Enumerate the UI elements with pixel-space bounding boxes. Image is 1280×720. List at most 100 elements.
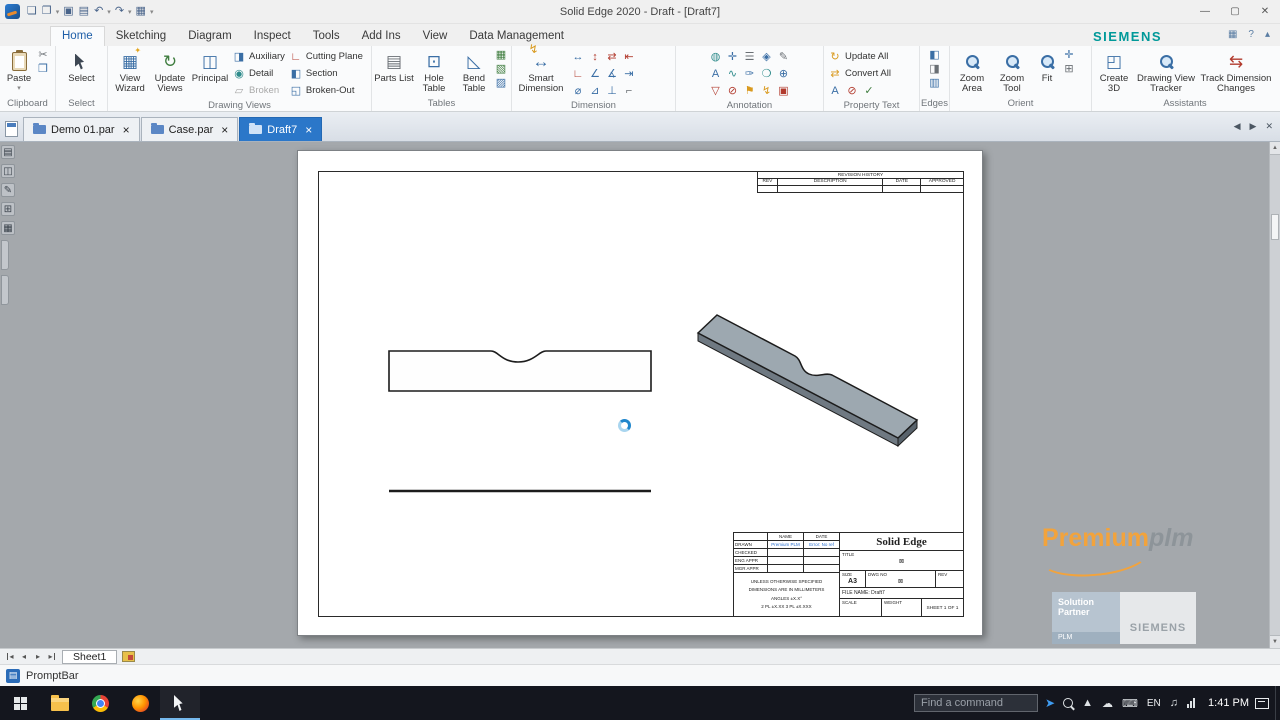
tab-add-ins[interactable]: Add Ins: [351, 27, 412, 46]
table-tool-icon[interactable]: ▨: [494, 76, 508, 90]
dock-tool-icon[interactable]: ⊞: [1, 202, 15, 216]
smart-dimension-button[interactable]: ↔ ↯ Smart Dimension: [514, 42, 568, 94]
broken-button[interactable]: ▱ Broken: [230, 82, 287, 99]
tab-close-icon[interactable]: ×: [123, 124, 130, 136]
annotation-tool-icon[interactable]: ⊘: [726, 84, 740, 98]
qat-customize-icon[interactable]: ▾: [150, 8, 154, 16]
previous-sheet-button[interactable]: ◂: [17, 650, 31, 663]
convert-all-button[interactable]: ⇄ Convert All: [826, 65, 893, 82]
dimension-tool-icon[interactable]: ⊥: [605, 84, 619, 98]
annotation-tool-icon[interactable]: ◈: [760, 50, 774, 64]
tab-close-icon[interactable]: ×: [305, 124, 312, 136]
volume-icon[interactable]: ♫: [1170, 697, 1178, 709]
drawing-workspace[interactable]: ▤ ◫ ✎ ⊞ ▦ REVISION HISTORY REV DESCRIPTI…: [0, 142, 1280, 648]
cutting-plane-button[interactable]: ∟ Cutting Plane: [287, 48, 365, 65]
view-wizard-button[interactable]: ▦ ✦ View Wizard: [110, 46, 150, 94]
tab-view[interactable]: View: [412, 27, 459, 46]
annotation-tool-icon[interactable]: ⊕: [777, 67, 791, 81]
dimension-tool-icon[interactable]: ↔: [571, 50, 585, 64]
edge-tool-icon[interactable]: ◨: [928, 62, 942, 76]
doc-tab-case[interactable]: Case.par ×: [140, 117, 239, 141]
property-tool-icon[interactable]: ✓: [862, 84, 876, 98]
property-tool-icon[interactable]: ⊘: [845, 84, 859, 98]
vertical-scrollbar[interactable]: ▲ ▼: [1269, 142, 1280, 648]
sheet-setup-icon[interactable]: ▦: [135, 4, 147, 19]
annotation-tool-icon[interactable]: ❍: [760, 67, 774, 81]
annotation-tool-icon[interactable]: ▣: [777, 84, 791, 98]
principal-button[interactable]: ◫ Principal: [190, 48, 230, 84]
minimize-button[interactable]: —: [1190, 0, 1220, 23]
app-logo-icon[interactable]: [5, 4, 20, 19]
property-tool-icon[interactable]: A: [828, 84, 842, 98]
annotation-tool-icon[interactable]: ⚑: [743, 84, 757, 98]
copy-icon[interactable]: ❐: [36, 62, 50, 76]
zoom-area-button[interactable]: Zoom Area: [952, 48, 992, 94]
paste-dropdown-icon[interactable]: ▾: [17, 84, 21, 92]
close-button[interactable]: ✕: [1250, 0, 1280, 23]
dimension-tool-icon[interactable]: ∠: [588, 67, 602, 81]
keyboard-icon[interactable]: ⌨: [1122, 697, 1138, 710]
dimension-tool-icon[interactable]: ⇤: [622, 50, 636, 64]
language-indicator[interactable]: EN: [1147, 698, 1161, 709]
dock-panel-tab[interactable]: [1, 240, 9, 270]
annotation-tool-icon[interactable]: ☰: [743, 50, 757, 64]
cloud-icon[interactable]: ☁: [1102, 697, 1113, 710]
annotation-tool-icon[interactable]: ↯: [760, 84, 774, 98]
dimension-tool-icon[interactable]: ∡: [605, 67, 619, 81]
redo-dropdown-icon[interactable]: ▾: [128, 8, 132, 16]
scroll-down-icon[interactable]: ▼: [1270, 635, 1280, 648]
clock[interactable]: 1:41 PM: [1208, 697, 1249, 709]
paste-button[interactable]: Paste ▾: [2, 48, 36, 92]
scroll-up-icon[interactable]: ▲: [1270, 142, 1280, 155]
theme-icon[interactable]: ▦: [1228, 29, 1237, 40]
drawing-sheet[interactable]: REVISION HISTORY REV DESCRIPTION DATE AP…: [297, 150, 983, 636]
tab-tools[interactable]: Tools: [302, 27, 351, 46]
tab-scroll-left-icon[interactable]: ◀: [1234, 121, 1241, 132]
select-button[interactable]: Select: [62, 48, 102, 84]
background-sheet-icon[interactable]: [122, 651, 136, 662]
tab-close-icon[interactable]: ×: [221, 124, 228, 136]
scrollbar-thumb[interactable]: [1271, 214, 1279, 240]
dimension-tool-icon[interactable]: ⌀: [571, 84, 585, 98]
sheet1-tab[interactable]: Sheet1: [62, 649, 118, 664]
action-center-icon[interactable]: [1255, 697, 1269, 709]
chrome-button[interactable]: [80, 686, 120, 720]
run-command-icon[interactable]: ➤: [1045, 696, 1055, 710]
section-button[interactable]: ◧ Section: [287, 65, 365, 82]
tab-inspect[interactable]: Inspect: [243, 27, 302, 46]
cut-icon[interactable]: ✂: [36, 48, 50, 62]
network-icon[interactable]: [1187, 698, 1196, 708]
undo-dropdown-icon[interactable]: ▾: [107, 8, 111, 16]
collapse-ribbon-icon[interactable]: ▴: [1265, 29, 1270, 40]
auxiliary-button[interactable]: ◨ Auxiliary: [230, 48, 287, 65]
edge-tool-icon[interactable]: ▥: [928, 76, 942, 90]
edge-tool-icon[interactable]: ◧: [928, 48, 942, 62]
dimension-tool-icon[interactable]: ⇥: [622, 67, 636, 81]
dock-tool-icon[interactable]: ▤: [1, 145, 15, 159]
hidden-icons-caret-icon[interactable]: ▲: [1082, 697, 1093, 709]
search-icon[interactable]: [1062, 697, 1075, 710]
parts-list-button[interactable]: ▤ Parts List: [374, 48, 414, 84]
bend-table-button[interactable]: ◺ Bend Table: [454, 48, 494, 94]
solid-edge-taskbar-button[interactable]: [160, 686, 200, 720]
broken-out-button[interactable]: ◱ Broken-Out: [287, 82, 365, 99]
fit-button[interactable]: Fit: [1032, 48, 1062, 84]
dimension-tool-icon[interactable]: ∟: [571, 67, 585, 81]
dimension-tool-icon[interactable]: ⊿: [588, 84, 602, 98]
save-icon[interactable]: ▣: [62, 4, 74, 19]
annotation-tool-icon[interactable]: ◍: [709, 50, 723, 64]
new-document-icon[interactable]: ❏: [26, 4, 38, 19]
last-sheet-button[interactable]: ▸: [45, 650, 59, 663]
update-all-button[interactable]: ↻ Update All: [826, 48, 893, 65]
dimension-tool-icon[interactable]: ⌐: [622, 84, 636, 98]
update-views-button[interactable]: ↻ Update Views: [150, 48, 190, 94]
find-command-input[interactable]: [914, 694, 1039, 712]
annotation-tool-icon[interactable]: A: [709, 67, 723, 81]
show-desktop-button[interactable]: [1275, 686, 1280, 720]
tab-scroll-right-icon[interactable]: ▶: [1250, 121, 1257, 132]
tab-sketching[interactable]: Sketching: [105, 27, 178, 46]
file-explorer-button[interactable]: [40, 686, 80, 720]
annotation-tool-icon[interactable]: ✎: [777, 50, 791, 64]
detail-button[interactable]: ◉ Detail: [230, 65, 287, 82]
dock-tool-icon[interactable]: ▦: [1, 221, 15, 235]
